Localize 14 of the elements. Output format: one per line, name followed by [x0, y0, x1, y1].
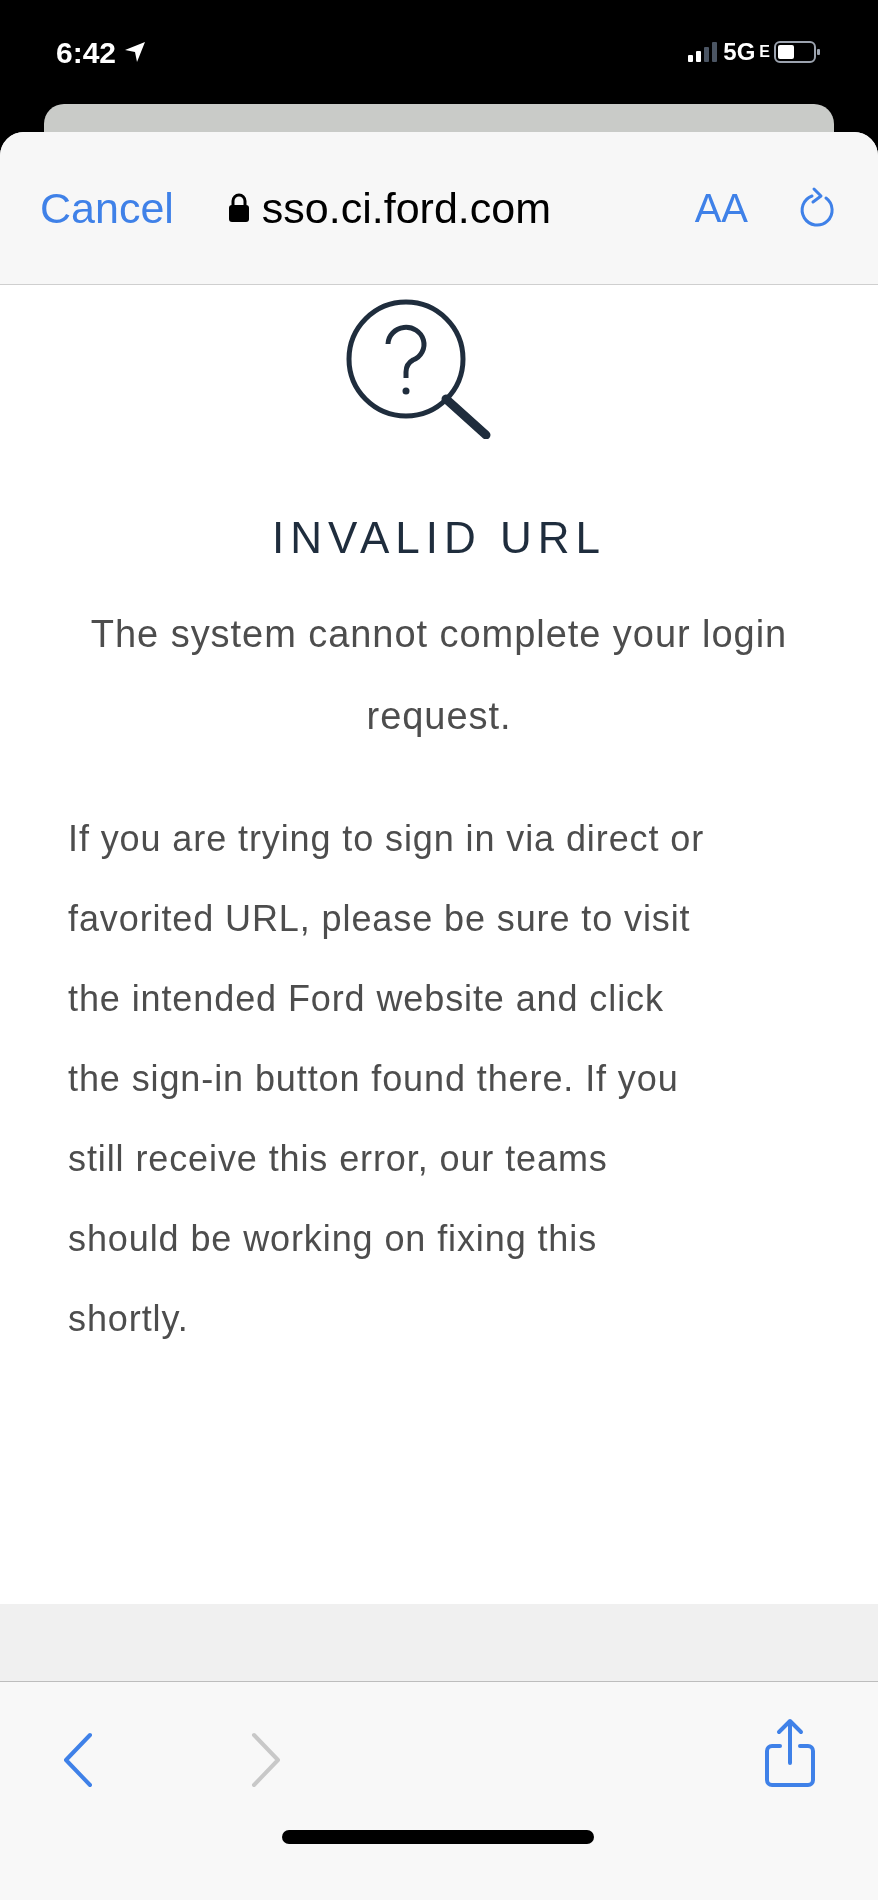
page-title: INVALID URL [271, 512, 607, 564]
status-time: 6:42 [56, 34, 117, 71]
error-message: The system cannot complete your login request. [89, 612, 789, 739]
battery-icon [774, 40, 822, 64]
network-suffix: E [759, 42, 770, 62]
url-text[interactable]: sso.ci.ford.com [261, 175, 551, 241]
lock-icon [227, 193, 250, 223]
network-type: 5G [723, 37, 756, 67]
location-arrow-icon [124, 41, 147, 63]
text-size-button[interactable]: AA [694, 178, 748, 238]
signal-icon [687, 41, 720, 63]
error-details: If you are trying to sign in via direct or favorited URL, please be sure to visit the intended Ford website and click the sign-in button found there. If you still receive this error, our teams should be working on fixing this shortly. [67, 817, 706, 1341]
cancel-button[interactable]: Cancel [40, 175, 174, 241]
share-icon[interactable] [762, 1718, 818, 1790]
